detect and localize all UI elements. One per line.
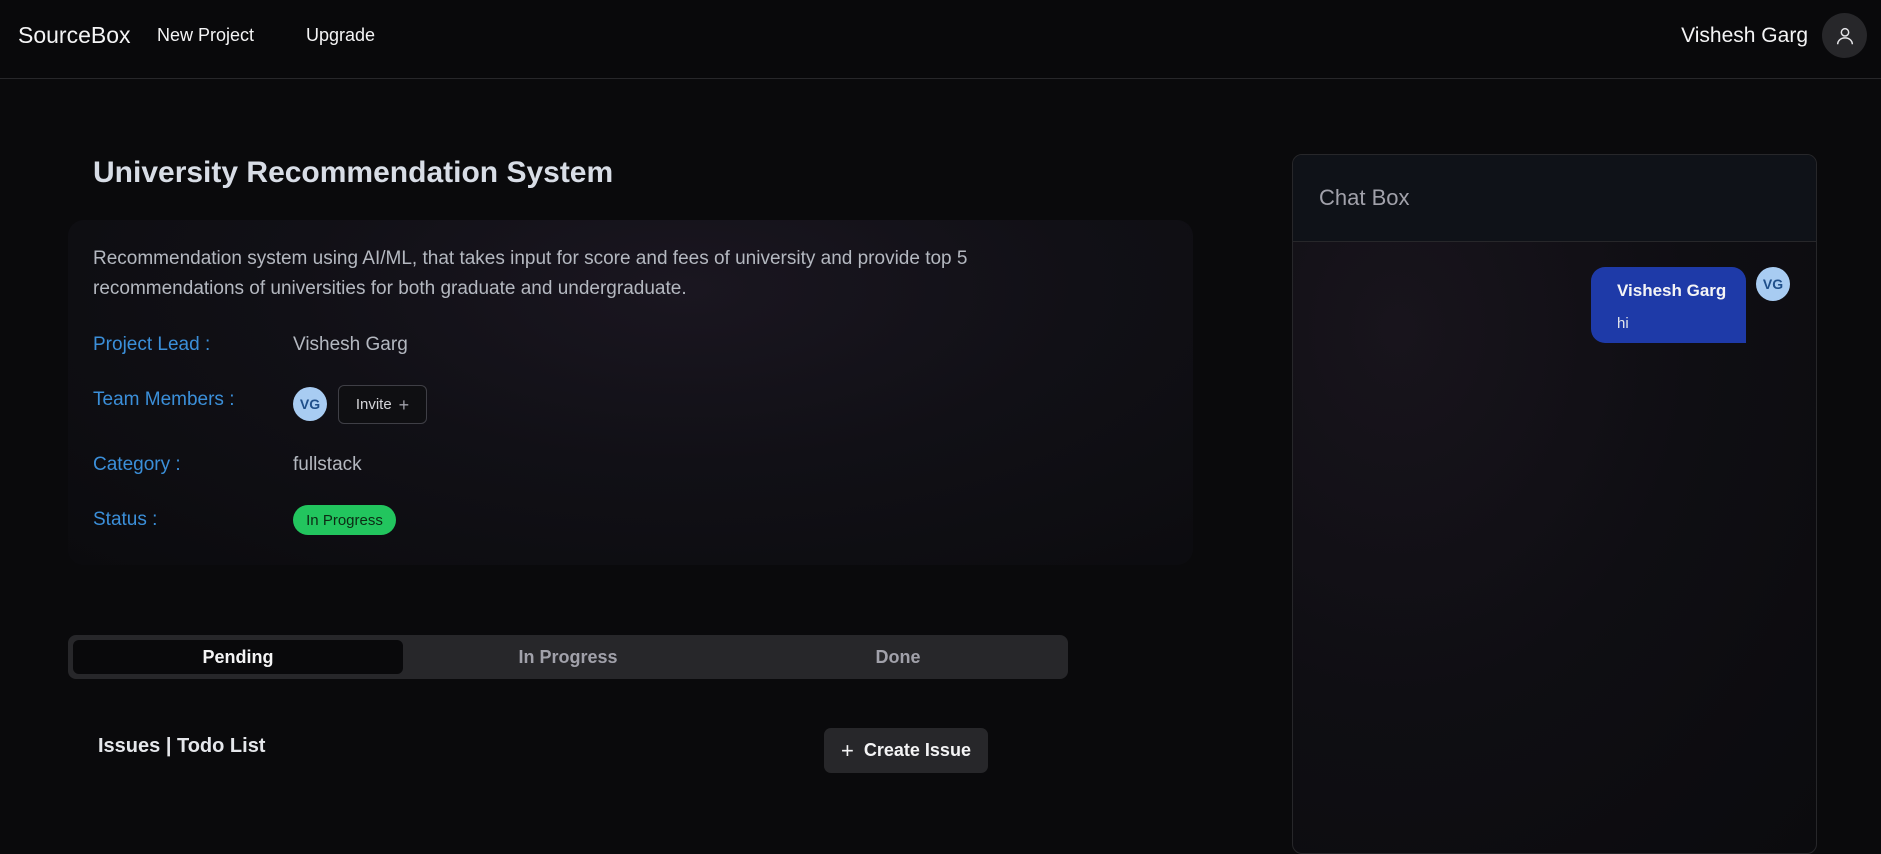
chat-title: Chat Box [1319, 185, 1410, 210]
tab-done[interactable]: Done [733, 640, 1063, 674]
project-title: University Recommendation System [93, 156, 614, 189]
create-issue-button[interactable]: + Create Issue [824, 728, 988, 773]
status-label: Status : [93, 509, 158, 530]
user-avatar-button[interactable] [1822, 13, 1867, 58]
status-badge: In Progress [293, 505, 396, 535]
message-sender: Vishesh Garg [1617, 281, 1727, 300]
user-icon [1836, 27, 1853, 44]
invite-button[interactable]: Invite + [338, 385, 427, 424]
upgrade-link[interactable]: Upgrade [306, 25, 375, 46]
chat-message: Vishesh Garg hi [1591, 267, 1746, 343]
project-lead-label: Project Lead : [93, 334, 211, 355]
top-navbar: SourceBox New Project Upgrade Vishesh Ga… [0, 0, 1881, 79]
project-description: Recommendation system using AI/ML, that … [93, 248, 968, 299]
user-name: Vishesh Garg [1681, 24, 1808, 47]
category-label: Category : [93, 454, 181, 475]
member-avatar[interactable]: VG [293, 387, 327, 421]
plus-icon: + [398, 394, 410, 415]
project-lead-value: Vishesh Garg [293, 334, 408, 355]
chat-header: Chat Box [1293, 155, 1816, 242]
issue-status-tabs: Pending In Progress Done [68, 635, 1068, 679]
create-issue-label: Create Issue [863, 740, 971, 760]
chat-box: Chat Box Vishesh Garg hi VG [1292, 154, 1817, 854]
brand-logo[interactable]: SourceBox [18, 22, 131, 49]
tab-pending[interactable]: Pending [73, 640, 403, 674]
plus-icon: + [841, 737, 854, 763]
tab-in-progress[interactable]: In Progress [403, 640, 733, 674]
category-value: fullstack [293, 454, 362, 475]
message-avatar: VG [1756, 267, 1790, 301]
invite-label: Invite [355, 396, 392, 413]
message-text: hi [1617, 315, 1629, 332]
new-project-link[interactable]: New Project [157, 25, 254, 46]
issues-title: Issues | Todo List [98, 735, 266, 757]
team-members-label: Team Members : [93, 389, 235, 410]
